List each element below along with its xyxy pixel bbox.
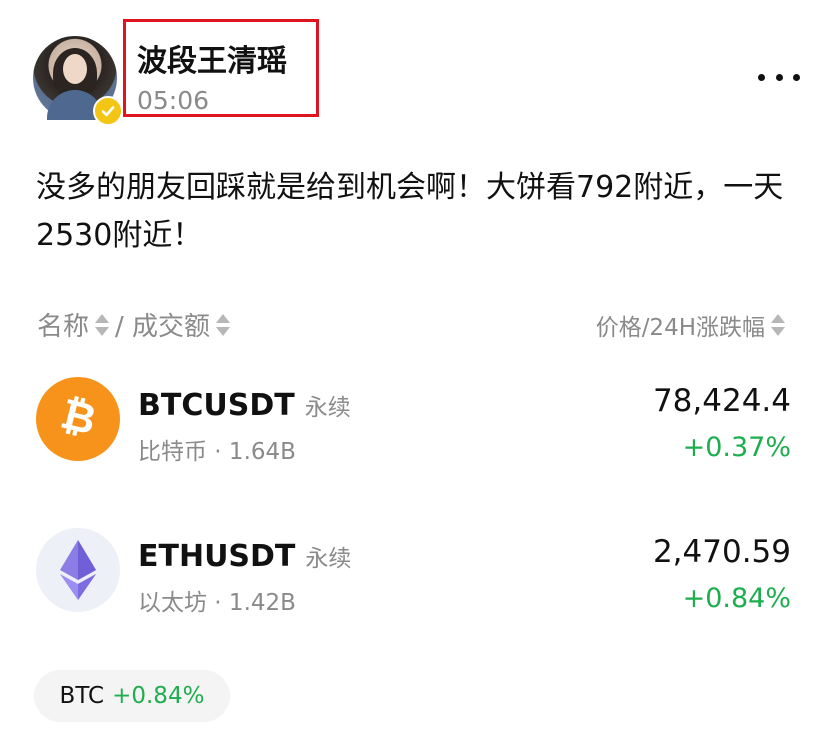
sort-icon[interactable] — [771, 314, 785, 336]
coin-name-volume: 比特币 · 1.64B — [138, 439, 296, 465]
perpetual-tag: 永续 — [305, 546, 352, 572]
bitcoin-icon: ₿ — [36, 377, 120, 461]
symbol-text: BTCUSDT — [138, 388, 295, 423]
coin-row-ethusdt[interactable]: ETHUSDT 永续 以太坊 · 1.42B 2,470.59 +0.84% — [0, 528, 829, 628]
more-dot-icon — [758, 73, 765, 81]
post-text: 没多的朋友回踩就是给到机会啊！大饼看792附近，一天2530附近！ — [36, 170, 784, 253]
ethereum-icon — [36, 528, 120, 612]
coin-change: +0.37% — [682, 432, 791, 463]
ticker-chip[interactable]: BTC +0.84% — [34, 670, 230, 722]
chip-symbol: BTC — [59, 683, 105, 709]
chip-change: +0.84% — [112, 683, 205, 709]
market-price-change-header[interactable]: 价格/24H涨跌幅 — [596, 308, 791, 342]
coin-price: 78,424.4 — [652, 383, 791, 419]
author-name[interactable]: 波段王清瑶 — [137, 36, 287, 80]
coin-name-volume: 以太坊 · 1.42B — [138, 590, 296, 616]
svg-text:₿: ₿ — [56, 392, 101, 444]
name-column-label: 名称 — [37, 312, 90, 342]
more-dot-icon — [793, 73, 800, 81]
volume-column-label: / 成交额 — [115, 312, 211, 342]
coin-change: +0.84% — [682, 583, 791, 614]
avatar-face — [63, 54, 87, 84]
more-options-button[interactable] — [758, 62, 800, 92]
more-dot-icon — [775, 73, 783, 81]
post-time: 05:06 — [137, 86, 210, 115]
price-change-column-label: 价格/24H涨跌幅 — [595, 315, 765, 341]
bitcoin-symbol-icon: ₿ — [56, 392, 101, 444]
checkmark-icon — [101, 106, 115, 117]
coin-row-btcusdt[interactable]: ₿ BTCUSDT 永续 比特币 · 1.64B 78,424.4 +0.37% — [0, 377, 829, 477]
perpetual-tag: 永续 — [304, 395, 351, 421]
coin-price: 2,470.59 — [652, 534, 791, 570]
sort-icon[interactable] — [95, 313, 110, 336]
ethereum-symbol-icon — [60, 540, 96, 600]
sort-icon[interactable] — [216, 313, 231, 336]
symbol-text: ETHUSDT — [138, 539, 296, 574]
coin-symbol: ETHUSDT 永续 — [138, 539, 351, 574]
market-name-volume-header[interactable]: 名称 / 成交额 — [37, 306, 236, 343]
coin-symbol: BTCUSDT 永续 — [138, 388, 351, 423]
verified-badge-icon — [93, 96, 123, 126]
